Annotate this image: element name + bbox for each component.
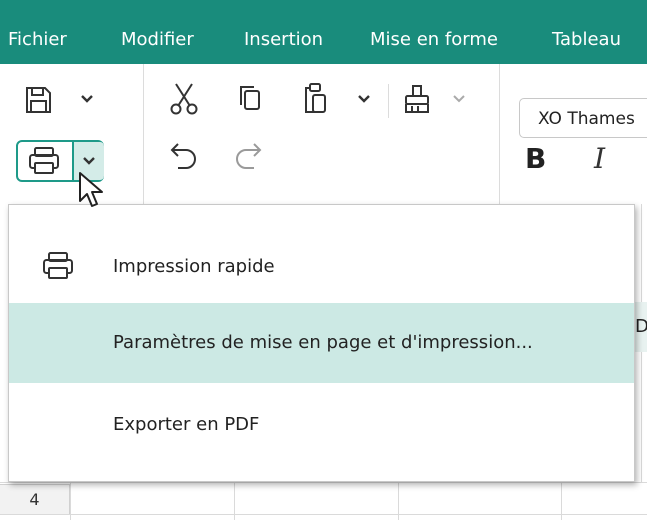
font-name-select[interactable]: XO Thames: [519, 98, 647, 138]
cut-icon[interactable]: [168, 82, 200, 116]
italic-button[interactable]: I: [594, 142, 605, 175]
toolbar-divider: [499, 64, 500, 204]
row-header-4[interactable]: 4: [0, 484, 70, 514]
print-button[interactable]: [18, 142, 72, 180]
menu-item-label: Exporter en PDF: [113, 414, 260, 435]
save-dropdown-chevron-icon[interactable]: [80, 93, 94, 105]
paste-dropdown-chevron-icon[interactable]: [357, 93, 371, 105]
paste-icon[interactable]: [302, 82, 330, 116]
menu-fichier[interactable]: Fichier: [8, 0, 67, 64]
printer-icon: [29, 147, 59, 174]
menu-item-label: Impression rapide: [113, 256, 275, 277]
redo-icon: [236, 143, 262, 169]
print-dropdown-menu: Impression rapide Paramètres de mise en …: [8, 204, 635, 482]
menu-item-quick-print[interactable]: Impression rapide: [9, 225, 634, 309]
toolbar-divider: [388, 84, 389, 118]
menu-tableau[interactable]: Tableau: [552, 0, 621, 64]
menu-insertion[interactable]: Insertion: [244, 0, 323, 64]
menu-item-label: Paramètres de mise en page et d'impressi…: [113, 332, 533, 353]
save-icon[interactable]: [22, 84, 54, 116]
menu-modifier[interactable]: Modifier: [121, 0, 194, 64]
grid-line: [0, 514, 647, 515]
menu-mise-en-forme[interactable]: Mise en forme: [370, 0, 498, 64]
menu-bar: Fichier Modifier Insertion Mise en forme…: [0, 0, 647, 64]
bold-button[interactable]: B: [525, 142, 546, 175]
printer-icon: [43, 252, 73, 279]
chevron-down-icon: [83, 157, 95, 165]
menu-item-export-pdf[interactable]: Exporter en PDF: [9, 385, 634, 465]
menu-item-page-setup[interactable]: Paramètres de mise en page et d'impressi…: [9, 303, 634, 383]
grid-line: [0, 482, 647, 483]
undo-icon[interactable]: [168, 140, 200, 174]
mouse-cursor-icon: [79, 172, 103, 207]
copy-icon[interactable]: [236, 83, 264, 115]
format-painter-chevron-icon[interactable]: [452, 93, 466, 105]
toolbar-divider: [143, 64, 144, 204]
format-painter-icon[interactable]: [402, 82, 432, 116]
